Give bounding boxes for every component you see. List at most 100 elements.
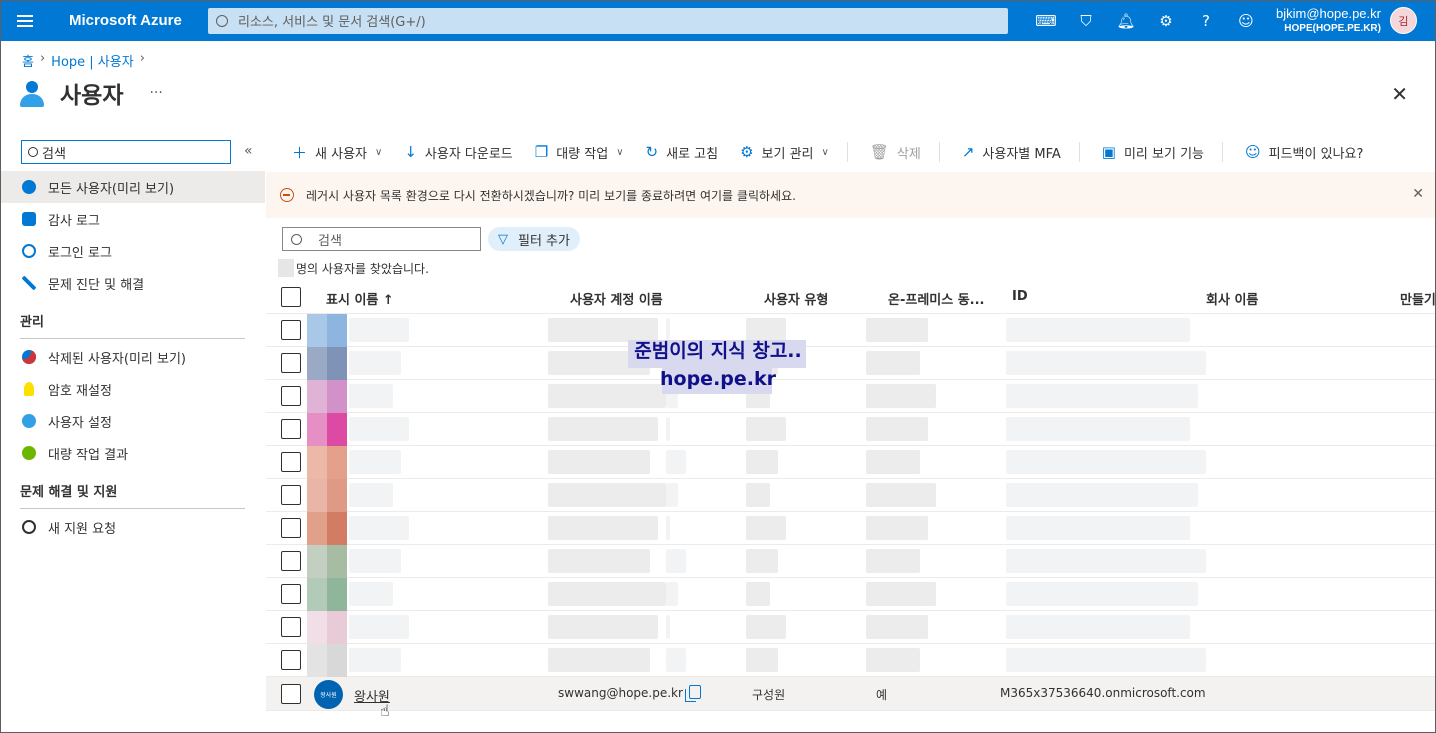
copy-icon[interactable] (685, 685, 701, 702)
feedback-button[interactable]: ☺ 피드백이 있나요? (1245, 143, 1363, 162)
table-row[interactable] (266, 446, 1436, 479)
breadcrumb-hope-users[interactable]: Hope | 사용자 (51, 51, 134, 70)
users-icon (18, 77, 46, 109)
bulk-operations-button[interactable]: ❐ 대량 작업 ∨ (535, 143, 624, 162)
column-user-type[interactable]: 사용자 유형 (764, 289, 828, 308)
table-row[interactable] (266, 512, 1436, 545)
toolbar-divider (1078, 142, 1080, 162)
menu-icon[interactable] (0, 0, 50, 41)
breadcrumb-home[interactable]: 홈 (22, 51, 34, 70)
redacted-cell (666, 417, 670, 441)
table-row[interactable] (266, 545, 1436, 578)
more-options-button[interactable]: ··· (149, 85, 162, 101)
manage-view-button[interactable]: ⚙ 보기 관리 ∨ (740, 143, 829, 162)
redacted-cell (1006, 516, 1190, 540)
account-menu[interactable]: bjkim@hope.pe.kr HOPE(HOPE.PE.KR) (1276, 6, 1381, 36)
table-row[interactable]: 왕사원 왕사원 swwang@hope.pe.kr 구성원 예 M365x375… (266, 677, 1436, 711)
row-checkbox[interactable] (281, 452, 301, 472)
row-checkbox[interactable] (281, 320, 301, 340)
redacted-cell (746, 450, 778, 474)
add-filter-button[interactable]: ▽ 필터 추가 (488, 227, 580, 251)
column-id[interactable]: ID (1012, 289, 1028, 304)
top-bar: Microsoft Azure 리소스, 서비스 및 문서 검색(G+/) ⌨ … (0, 0, 1436, 41)
help-icon[interactable]: ? (1186, 0, 1226, 41)
row-checkbox[interactable] (281, 518, 301, 538)
row-checkbox[interactable] (281, 551, 301, 571)
sidebar-search-input[interactable]: 검색 (21, 140, 231, 164)
row-checkbox[interactable] (281, 353, 301, 373)
download-users-button[interactable]: ↓ 사용자 다운로드 (404, 143, 512, 162)
feedback-icon[interactable]: ☺ (1226, 0, 1266, 41)
row-checkbox[interactable] (281, 485, 301, 505)
redacted-cell (548, 450, 650, 474)
row-checkbox[interactable] (281, 617, 301, 637)
brand-title[interactable]: Microsoft Azure (50, 12, 208, 29)
redacted-cell (349, 549, 401, 573)
sidebar-item-audit-log[interactable]: 감사 로그 (0, 203, 265, 235)
row-checkbox[interactable] (281, 650, 301, 670)
redacted-cell (746, 483, 770, 507)
redacted-cell (666, 549, 686, 573)
banner-text[interactable]: 레거시 사용자 목록 환경으로 다시 전환하시겠습니까? 미리 보기를 종료하려… (306, 187, 796, 204)
close-icon[interactable]: ✕ (1391, 82, 1408, 106)
account-tenant: HOPE(HOPE.PE.KR) (1284, 22, 1381, 34)
redacted-cell (1006, 615, 1190, 639)
avatar (307, 545, 347, 578)
column-display-name[interactable]: 표시 이름 ↑ (326, 289, 394, 308)
sidebar-item-user-settings[interactable]: 사용자 설정 (0, 405, 265, 437)
sidebar-item-password-reset[interactable]: 암호 재설정 (0, 373, 265, 405)
page-title: 사용자 (60, 83, 124, 109)
sidebar-search-value: 검색 (42, 146, 66, 162)
cloud-shell-icon[interactable]: ⌨ (1026, 0, 1066, 41)
redacted-rows (266, 314, 1436, 677)
table-row[interactable] (266, 380, 1436, 413)
table-row[interactable] (266, 644, 1436, 677)
row-checkbox[interactable] (281, 584, 301, 604)
table-row[interactable] (266, 578, 1436, 611)
redacted-cell (1006, 318, 1190, 342)
sidebar-item-new-support-request[interactable]: 새 지원 요청 (0, 511, 265, 543)
close-icon[interactable]: ✕ (1412, 186, 1424, 202)
sidebar-item-bulk-results[interactable]: 대량 작업 결과 (0, 437, 265, 469)
select-all-checkbox[interactable] (281, 287, 301, 307)
gear-icon[interactable]: ⚙ (1146, 0, 1186, 41)
redacted-cell (349, 615, 409, 639)
table-row[interactable] (266, 413, 1436, 446)
sidebar-item-troubleshoot[interactable]: 문제 진단 및 해결 (0, 267, 265, 299)
collapse-sidebar-icon[interactable]: « (244, 143, 253, 159)
sidebar-item-all-users[interactable]: 모든 사용자(미리 보기) (0, 171, 265, 203)
redacted-cell (666, 582, 678, 606)
redacted-cell (548, 615, 658, 639)
sidebar-item-label: 감사 로그 (48, 213, 100, 229)
table-row[interactable] (266, 314, 1436, 347)
new-user-button[interactable]: ＋ 새 사용자 ∨ (292, 142, 382, 163)
sidebar-item-signin-log[interactable]: 로그인 로그 (0, 235, 265, 267)
table-row[interactable] (266, 347, 1436, 380)
legacy-preview-banner[interactable]: 레거시 사용자 목록 환경으로 다시 전환하시겠습니까? 미리 보기를 종료하려… (266, 172, 1436, 218)
column-company-name[interactable]: 회사 이름 (1206, 289, 1258, 308)
column-onprem-sync[interactable]: 온-프레미스 동... (888, 289, 985, 308)
table-header: 표시 이름 ↑ 사용자 계정 이름 사용자 유형 온-프레미스 동... ID … (266, 280, 1436, 314)
user-search-input[interactable]: 검색 (282, 227, 481, 251)
user-onprem-sync: 예 (876, 688, 888, 702)
bell-icon[interactable]: 🔔︎ (1106, 0, 1146, 41)
row-checkbox[interactable] (281, 684, 301, 704)
sidebar-item-deleted-users[interactable]: 삭제된 사용자(미리 보기) (0, 341, 265, 373)
column-created[interactable]: 만들기 (1400, 289, 1436, 308)
table-row[interactable] (266, 611, 1436, 644)
preview-features-button[interactable]: ▣ 미리 보기 기능 (1102, 143, 1204, 162)
row-checkbox[interactable] (281, 386, 301, 406)
refresh-button[interactable]: ↻ 새로 고침 (646, 143, 719, 162)
sidebar-item-label: 문제 진단 및 해결 (48, 277, 145, 293)
column-upn[interactable]: 사용자 계정 이름 (570, 289, 663, 308)
per-user-mfa-button[interactable]: ↗ 사용자별 MFA (962, 143, 1061, 162)
toolbar-divider (938, 142, 940, 162)
avatar[interactable]: 김 (1389, 7, 1417, 34)
directory-filter-icon[interactable]: ⛉ (1066, 0, 1106, 41)
global-search-input[interactable]: 리소스, 서비스 및 문서 검색(G+/) (208, 7, 1008, 34)
table-row[interactable] (266, 479, 1436, 512)
per-user-mfa-label: 사용자별 MFA (982, 146, 1061, 162)
redacted-cell (548, 483, 666, 507)
row-checkbox[interactable] (281, 419, 301, 439)
delete-button[interactable]: 🗑︎ 삭제 (870, 143, 921, 162)
